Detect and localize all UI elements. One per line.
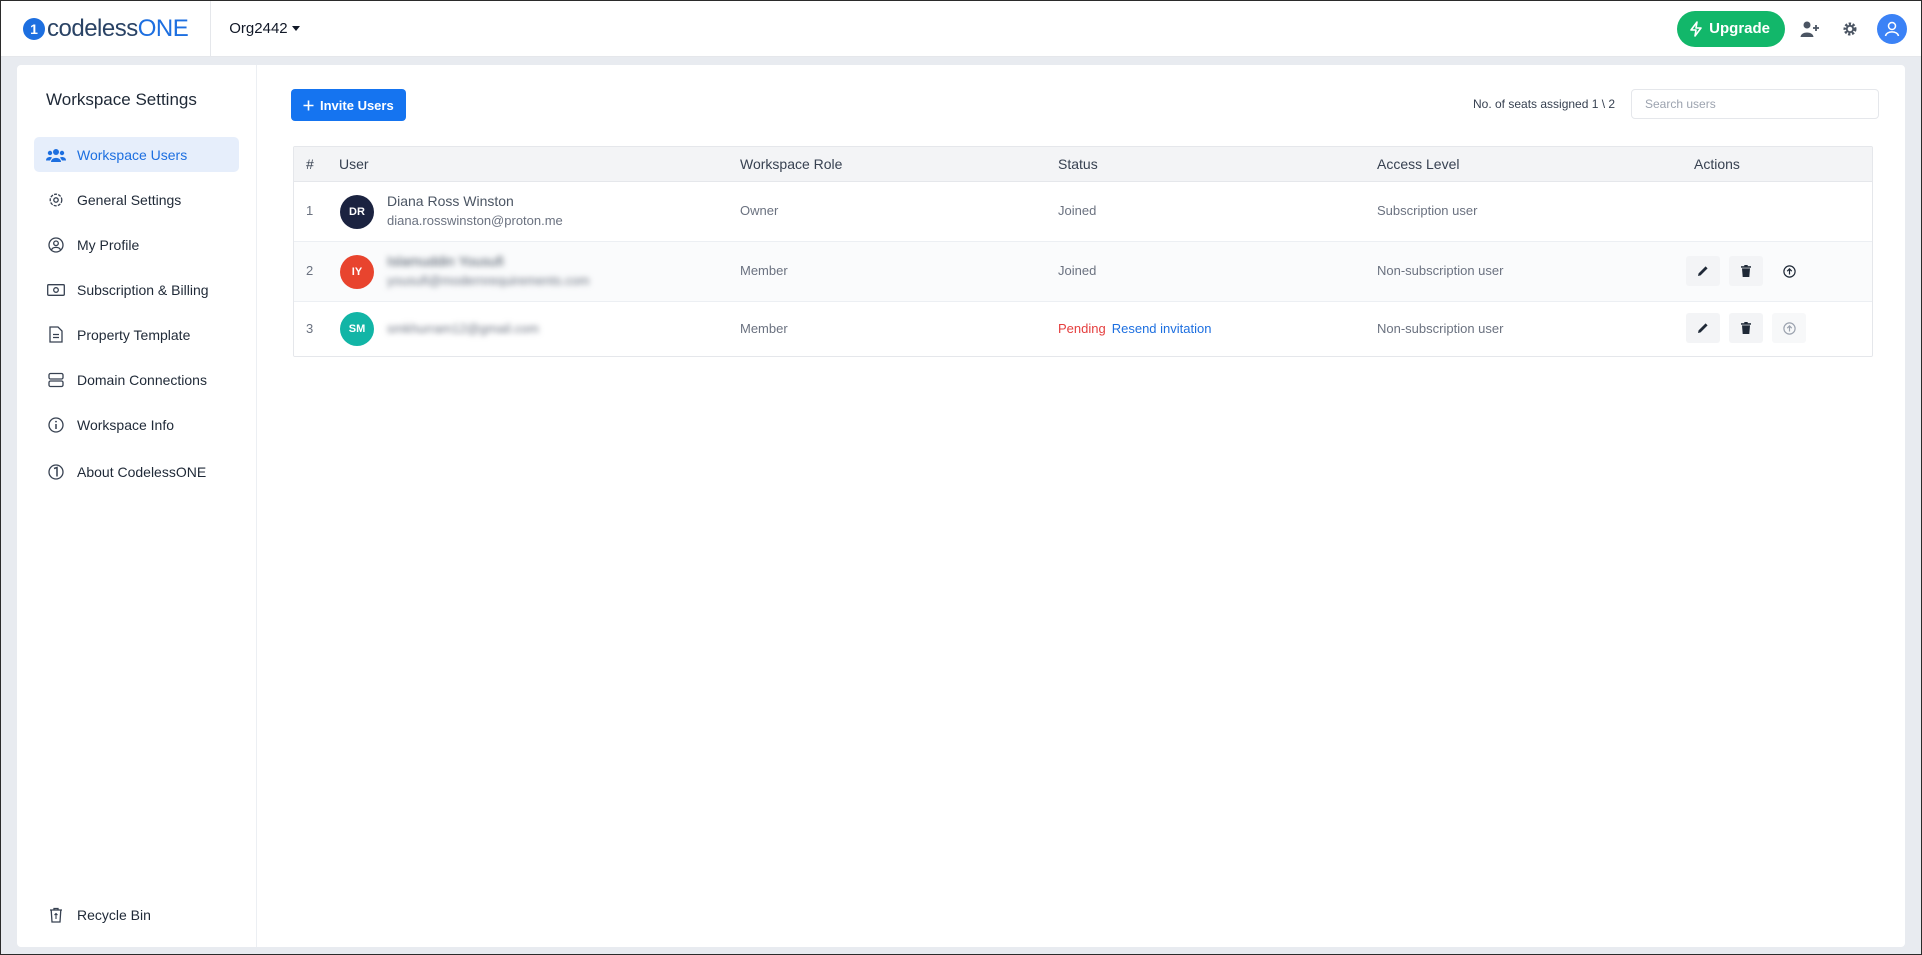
sidebar: Workspace Settings Workspace Users Gener… — [17, 65, 257, 947]
sidebar-item-general-settings[interactable]: General Settings — [34, 182, 239, 217]
sidebar-item-property-template[interactable]: Property Template — [34, 317, 239, 352]
status-pending: Pending — [1058, 321, 1106, 336]
org-name: Org2442 — [229, 20, 288, 37]
add-user-icon[interactable] — [1795, 14, 1825, 44]
access-level: Non-subscription user — [1377, 263, 1504, 278]
trash-icon — [1741, 322, 1751, 334]
sidebar-item-subscription-billing[interactable]: Subscription & Billing — [34, 272, 239, 307]
table-row: 3 SM smkhurram12@gmail.com Member Pendin… — [294, 302, 1872, 356]
edit-user-button[interactable] — [1686, 256, 1720, 286]
avatar: DR — [340, 195, 374, 229]
invite-users-button[interactable]: Invite Users — [291, 89, 406, 121]
document-icon — [46, 325, 66, 345]
table-row: 1 DR Diana Ross Winston diana.rosswinsto… — [294, 182, 1872, 242]
user-email: diana.rosswinston@proton.me — [387, 213, 563, 228]
money-icon — [46, 280, 66, 300]
lightning-icon — [1690, 20, 1702, 37]
gear-icon — [46, 190, 66, 210]
users-table: # User Workspace Role Status Access Leve… — [293, 146, 1873, 357]
sidebar-item-label: Domain Connections — [77, 371, 207, 388]
org-switcher[interactable]: Org2442 — [229, 20, 300, 37]
sidebar-item-label: Workspace Users — [77, 146, 188, 163]
row-number: 3 — [306, 321, 314, 336]
column-header-access: Access Level — [1377, 156, 1460, 172]
table-row: 2 IY Islamuddin Yousufi yousufi@modernre… — [294, 242, 1872, 302]
avatar: IY — [340, 255, 374, 289]
sidebar-item-label: General Settings — [77, 191, 182, 208]
sidebar-item-domain-connections[interactable]: Domain Connections — [34, 362, 239, 397]
logo-mark: 1 — [23, 17, 45, 40]
access-level: Subscription user — [1377, 203, 1478, 218]
sidebar-item-my-profile[interactable]: My Profile — [34, 227, 239, 262]
users-icon — [46, 145, 66, 165]
user-avatar-icon[interactable] — [1877, 13, 1907, 44]
sidebar-item-recycle-bin[interactable]: Recycle Bin — [34, 897, 239, 932]
logo-icon — [46, 462, 66, 482]
sidebar-item-about[interactable]: About CodelessONE — [34, 454, 239, 489]
column-header-number: # — [306, 156, 314, 172]
column-header-status: Status — [1058, 156, 1098, 172]
sidebar-item-workspace-info[interactable]: Workspace Info — [34, 407, 239, 442]
sidebar-item-label: Subscription & Billing — [77, 281, 209, 298]
resend-invitation-link[interactable]: Resend invitation — [1112, 321, 1212, 336]
gear-icon[interactable] — [1835, 14, 1865, 44]
sidebar-item-workspace-users[interactable]: Workspace Users — [34, 137, 239, 172]
user-email: yousufi@modernrequirements.com — [387, 273, 590, 288]
delete-user-button[interactable] — [1729, 313, 1763, 343]
main-content: Invite Users No. of seats assigned 1 \ 2… — [257, 65, 1905, 947]
sidebar-item-label: Property Template — [77, 326, 191, 343]
search-users-input[interactable] — [1631, 89, 1879, 119]
caret-down-icon — [291, 26, 300, 31]
upgrade-button[interactable]: Upgrade — [1677, 10, 1785, 47]
workspace-role: Owner — [740, 203, 779, 218]
circle-arrow-up-icon — [1782, 321, 1796, 335]
sidebar-title: Workspace Settings — [46, 90, 197, 109]
access-level: Non-subscription user — [1377, 321, 1504, 336]
top-bar: 1 codelessONE Org2442 Upgrade — [1, 1, 1921, 57]
divider — [210, 1, 212, 56]
avatar: SM — [340, 312, 374, 346]
sidebar-item-label: My Profile — [77, 236, 140, 253]
info-icon — [46, 415, 66, 435]
workspace-role: Member — [740, 321, 788, 336]
user-circle-icon — [46, 235, 66, 255]
pencil-icon — [1698, 323, 1708, 333]
table-header: # User Workspace Role Status Access Leve… — [294, 147, 1872, 182]
upgrade-user-button[interactable] — [1772, 313, 1806, 343]
row-number: 2 — [306, 263, 314, 278]
seats-assigned: No. of seats assigned 1 \ 2 — [1473, 97, 1616, 111]
pencil-icon — [1698, 266, 1708, 276]
circle-arrow-up-icon — [1782, 264, 1796, 278]
status-cell: Pending Resend invitation — [1058, 321, 1211, 336]
delete-user-button[interactable] — [1729, 256, 1763, 286]
user-name: Islamuddin Yousufi — [387, 253, 504, 269]
user-email: smkhurram12@gmail.com — [387, 321, 539, 336]
user-name: Diana Ross Winston — [387, 193, 514, 209]
recycle-bin-icon — [46, 905, 66, 925]
column-header-role: Workspace Role — [740, 156, 843, 172]
app-logo[interactable]: 1 codelessONE — [23, 1, 189, 56]
logo-text: codelessONE — [47, 14, 189, 42]
column-header-user: User — [339, 156, 369, 172]
status-text: Joined — [1058, 203, 1097, 218]
sidebar-item-label: Workspace Info — [77, 416, 175, 433]
settings-panel: Workspace Settings Workspace Users Gener… — [17, 65, 1905, 947]
edit-user-button[interactable] — [1686, 313, 1720, 343]
status-text: Joined — [1058, 263, 1097, 278]
row-number: 1 — [306, 203, 314, 218]
trash-icon — [1741, 265, 1751, 277]
plus-icon — [303, 100, 314, 110]
column-header-actions: Actions — [1694, 156, 1740, 172]
sidebar-item-label: About CodelessONE — [77, 463, 207, 480]
workspace-role: Member — [740, 263, 788, 278]
sidebar-item-label: Recycle Bin — [77, 906, 151, 923]
server-icon — [46, 370, 66, 390]
upgrade-user-button[interactable] — [1772, 256, 1806, 286]
